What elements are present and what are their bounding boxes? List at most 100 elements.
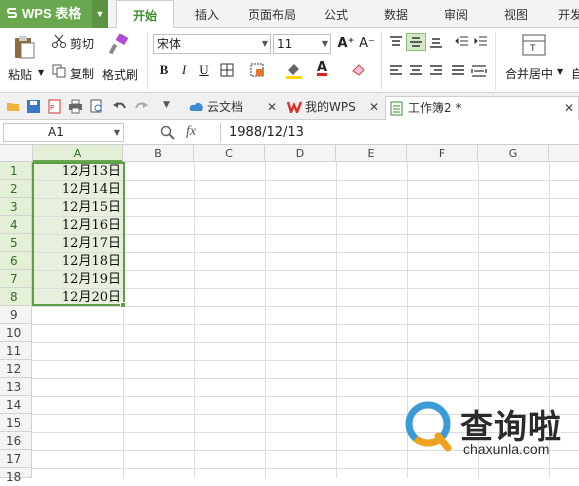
cell-fill-pattern-icon[interactable] [250, 63, 268, 77]
underline-button[interactable]: U [195, 61, 213, 79]
save-icon[interactable] [26, 99, 41, 114]
close-icon[interactable]: ✕ [369, 96, 379, 118]
merge-center-button[interactable]: 合并居中 [505, 65, 553, 82]
column-header-g[interactable]: G [478, 145, 549, 162]
merge-dropdown-icon[interactable]: ▼ [557, 67, 563, 76]
menu-bar: WPS 表格 ▼ 开始 插入 页面布局 公式 数据 审阅 视图 开发 [0, 0, 579, 29]
tab-review[interactable]: 审阅 [434, 0, 478, 28]
shrink-font-button[interactable]: A⁻ [358, 35, 376, 53]
row-header-2[interactable]: 2 [0, 180, 32, 198]
app-menu-button[interactable]: WPS 表格 ▼ [0, 0, 108, 28]
paste-button[interactable]: 粘贴 [8, 66, 32, 83]
paste-dropdown-icon[interactable]: ▼ [38, 68, 44, 77]
export-pdf-icon[interactable]: P [47, 99, 62, 114]
redo-icon[interactable] [134, 99, 149, 114]
row-header-6[interactable]: 6 [0, 252, 32, 270]
font-name-select[interactable]: 宋体 ▼ [153, 34, 271, 54]
cut-button[interactable]: 剪切 [70, 35, 94, 52]
bold-button[interactable]: B [155, 61, 173, 79]
align-center-icon[interactable] [409, 65, 423, 77]
align-top-icon[interactable] [389, 36, 403, 48]
row-header-8[interactable]: 8 [0, 288, 32, 306]
tab-insert[interactable]: 插入 [183, 0, 231, 28]
row-header-1[interactable]: 1 [0, 162, 32, 180]
select-all-corner[interactable] [0, 145, 33, 162]
align-bottom-icon[interactable] [429, 36, 443, 48]
align-middle-icon[interactable] [409, 36, 423, 48]
paste-icon[interactable] [12, 34, 36, 60]
font-color-button[interactable]: A [313, 59, 331, 77]
close-icon[interactable]: ✕ [564, 97, 574, 119]
column-header-d[interactable]: D [265, 145, 336, 162]
column-header-e[interactable]: E [336, 145, 407, 162]
grow-font-button[interactable]: A⁺ [337, 35, 355, 53]
row-header-7[interactable]: 7 [0, 270, 32, 288]
doc-tab-label: 工作簿2 * [408, 101, 462, 115]
tab-home[interactable]: 开始 [116, 0, 174, 29]
app-menu-dropdown-icon[interactable]: ▼ [92, 0, 108, 28]
zoom-icon[interactable] [160, 125, 175, 140]
fx-button[interactable]: fx [186, 124, 196, 140]
name-box[interactable]: A1 ▼ [3, 123, 124, 142]
grid-line [32, 324, 579, 325]
format-painter-icon[interactable] [108, 34, 130, 56]
row-header-9[interactable]: 9 [0, 306, 32, 324]
italic-button[interactable]: I [175, 61, 193, 79]
borders-icon[interactable] [220, 63, 236, 77]
grid-line [194, 162, 195, 478]
tab-data[interactable]: 数据 [374, 0, 418, 28]
svg-text:P: P [50, 104, 54, 112]
fill-color-icon[interactable] [285, 61, 303, 79]
column-header-b[interactable]: B [123, 145, 194, 162]
row-header-4[interactable]: 4 [0, 216, 32, 234]
row-header-11[interactable]: 11 [0, 342, 32, 360]
auto-wrap-button[interactable]: 自 [571, 65, 579, 82]
column-header-h[interactable] [549, 145, 579, 162]
row-header-3[interactable]: 3 [0, 198, 32, 216]
row-header-13[interactable]: 13 [0, 378, 32, 396]
row-header-12[interactable]: 12 [0, 360, 32, 378]
row-header-14[interactable]: 14 [0, 396, 32, 414]
doc-tab-label: 我的WPS [305, 100, 356, 114]
tab-developer[interactable]: 开发 [550, 0, 579, 28]
column-header-a[interactable]: A [33, 145, 123, 162]
copy-icon [52, 64, 66, 78]
copy-button[interactable]: 复制 [70, 65, 94, 82]
grid-line [265, 162, 266, 478]
row-header-17[interactable]: 17 [0, 450, 32, 468]
customize-toolbar-dropdown-icon[interactable]: ▼ [163, 100, 170, 110]
row-header-5[interactable]: 5 [0, 234, 32, 252]
formula-input[interactable]: 1988/12/13 [220, 123, 579, 142]
formula-bar: A1 ▼ fx 1988/12/13 [0, 120, 579, 145]
row-header-18[interactable]: 18 [0, 468, 32, 484]
tab-view[interactable]: 视图 [494, 0, 538, 28]
doc-tab-mywps[interactable]: 我的WPS ✕ [283, 96, 383, 120]
undo-icon[interactable] [112, 99, 127, 114]
align-right-icon[interactable] [429, 65, 443, 77]
decrease-indent-icon[interactable] [455, 36, 469, 48]
justify-icon[interactable] [451, 65, 465, 77]
tab-formulas[interactable]: 公式 [314, 0, 358, 28]
column-header-c[interactable]: C [194, 145, 265, 162]
clear-format-icon[interactable] [350, 61, 368, 79]
row-header-16[interactable]: 16 [0, 432, 32, 450]
font-size-value: 11 [277, 37, 293, 51]
merge-center-icon[interactable]: T [522, 34, 546, 56]
open-folder-icon[interactable] [6, 99, 21, 114]
doc-tab-workbook[interactable]: 工作簿2 * ✕ [385, 96, 579, 121]
font-size-select[interactable]: 11 ▼ [273, 34, 331, 54]
doc-tab-cloud[interactable]: 云文档 ✕ [185, 96, 281, 120]
row-header-15[interactable]: 15 [0, 414, 32, 432]
print-preview-icon[interactable] [89, 99, 104, 114]
format-painter-button[interactable]: 格式刷 [102, 66, 138, 83]
tab-page-layout[interactable]: 页面布局 [240, 0, 304, 28]
align-left-icon[interactable] [389, 65, 403, 77]
fill-handle[interactable] [120, 302, 126, 308]
row-header-10[interactable]: 10 [0, 324, 32, 342]
chevron-down-icon[interactable]: ▼ [114, 124, 120, 141]
print-icon[interactable] [68, 99, 83, 114]
close-icon[interactable]: ✕ [267, 96, 277, 118]
increase-indent-icon[interactable] [474, 36, 488, 48]
distributed-align-icon[interactable] [471, 65, 487, 77]
column-header-f[interactable]: F [407, 145, 478, 162]
